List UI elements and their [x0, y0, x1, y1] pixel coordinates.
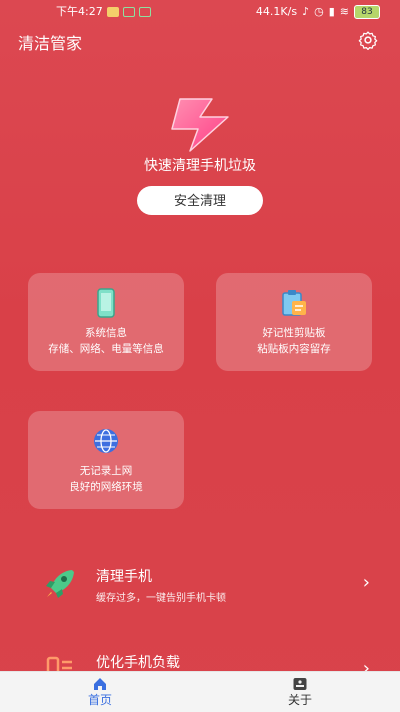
card-subtitle: 良好的网络环境 [69, 481, 143, 493]
tab-label: 首页 [87, 693, 112, 707]
network-speed: 44.1K/s [255, 5, 298, 18]
card-title: 好记性剪贴板 [262, 327, 326, 339]
signal-icon: ▮ [328, 5, 335, 18]
list-item-clean-phone[interactable]: 清理手机 缓存过多，一键告别手机卡顿 › [0, 562, 400, 614]
list-item-title: 优化手机负载 [96, 655, 180, 671]
list-item-subtitle: 缓存过多，一键告别手机卡顿 [96, 593, 226, 604]
wifi-icon: ≋ [339, 5, 349, 18]
about-icon [293, 678, 307, 690]
globe-icon [94, 429, 118, 453]
app-title: 清洁管家 [18, 34, 83, 53]
list-item-title: 清理手机 [96, 569, 152, 585]
app-header: 清洁管家 [0, 24, 400, 58]
safe-clean-button[interactable]: 安全清理 [137, 186, 263, 215]
card-system-info[interactable]: 系统信息 存储、网络、电量等信息 [28, 273, 184, 371]
tab-label: 关于 [287, 693, 312, 707]
mute-icon: ♪ [302, 5, 310, 18]
hero-slogan: 快速清理手机垃圾 [144, 158, 256, 174]
gear-icon[interactable] [358, 30, 378, 50]
bolt-logo-icon [171, 98, 229, 152]
battery-level: 83 [354, 5, 380, 19]
phone-icon [97, 288, 115, 318]
card-private-browsing[interactable]: 无记录上网 良好的网络环境 [28, 411, 184, 509]
home-icon [94, 678, 106, 690]
card-subtitle: 粘贴板内容留存 [257, 343, 331, 355]
rocket-icon [46, 570, 74, 598]
status-time: 下午4:27 [56, 5, 103, 18]
notification-icon [138, 7, 151, 17]
chevron-right-icon: › [362, 572, 370, 593]
status-bar: 下午4:27 44.1K/s ♪ ◷ ▮ ≋ 83 [0, 0, 400, 24]
card-clipboard[interactable]: 好记性剪贴板 粘贴板内容留存 [216, 273, 372, 371]
card-title: 无记录上网 [79, 465, 133, 477]
alarm-icon: ◷ [314, 5, 324, 18]
notification-icon [106, 7, 119, 17]
bottom-navigation: 首页 关于 [0, 671, 400, 712]
notification-icon [122, 7, 135, 17]
card-subtitle: 存储、网络、电量等信息 [48, 343, 164, 355]
tab-about[interactable]: 关于 [200, 672, 400, 712]
tab-home[interactable]: 首页 [0, 672, 200, 712]
clipboard-icon [282, 290, 306, 316]
card-title: 系统信息 [85, 327, 127, 339]
